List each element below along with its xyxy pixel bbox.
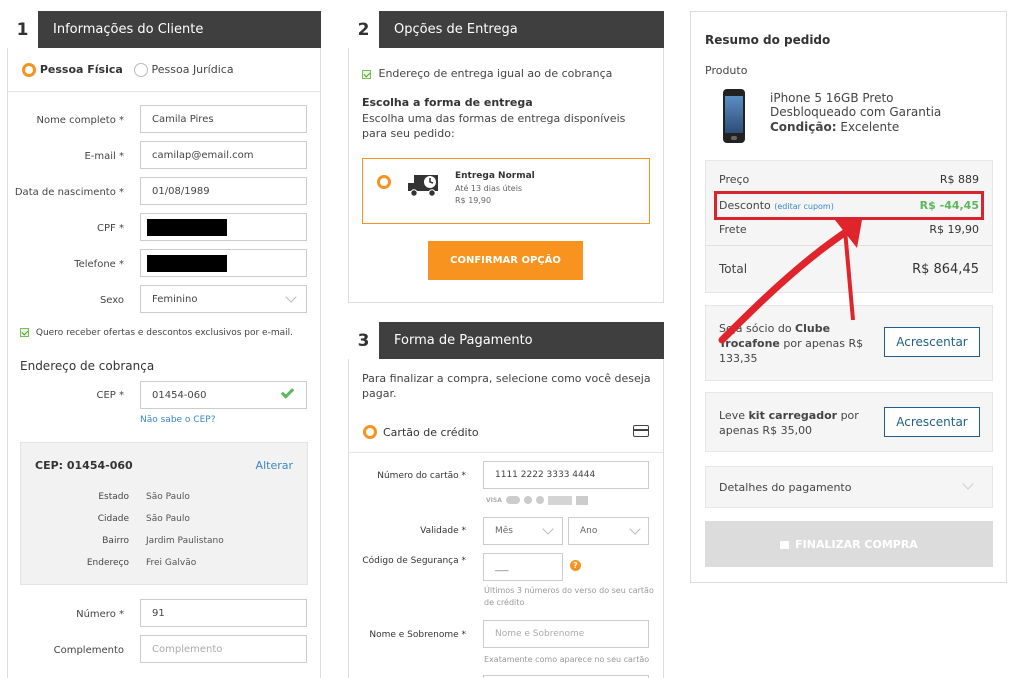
- option-time: Até 13 dias úteis: [455, 184, 523, 193]
- product-condition: Condição: Excelente: [770, 120, 900, 134]
- hipercard-icon: [535, 496, 544, 504]
- truck-icon: [408, 175, 438, 197]
- field-label: Sexo: [99, 295, 124, 306]
- field-label: Data de nascimento *: [14, 187, 124, 198]
- add-kit-button[interactable]: Acrescentar: [884, 407, 980, 437]
- help-icon[interactable]: ?: [570, 560, 581, 571]
- field-label: Telefone *: [74, 259, 124, 270]
- price-row: Preço R$ 889: [719, 173, 979, 186]
- kit-text: Leve kit carregador por apenas R$ 35,00: [719, 409, 859, 437]
- name-input[interactable]: Camila Pires: [140, 105, 307, 133]
- same-address-checkbox[interactable]: Endereço de entrega igual ao de cobrança: [362, 67, 612, 80]
- mastercard-icon: [505, 496, 520, 504]
- choose-title: Escolha a forma de entrega: [362, 96, 533, 109]
- client-header: 1 Informações do Cliente: [7, 11, 321, 48]
- elo-icon: [575, 495, 588, 505]
- tab-pessoa-fisica[interactable]: Pessoa Física: [22, 63, 123, 77]
- card-brands: VISA: [486, 494, 588, 506]
- address-box: CEP: 01454-060 Alterar Estado São Paulo …: [20, 442, 308, 585]
- option-price: R$ 19,90: [455, 196, 492, 205]
- cardholder-input[interactable]: Nome e Sobrenome: [483, 620, 649, 648]
- delivery-option-card[interactable]: Entrega Normal Até 13 dias úteis R$ 19,9…: [362, 158, 650, 224]
- cardholder-help: Exatamente como aparece no seu cartão: [484, 655, 650, 664]
- cvv-label: Código de Segurança *: [362, 556, 466, 566]
- step-number: 2: [348, 11, 380, 48]
- radio-icon: [363, 425, 377, 439]
- validity-label: Validade *: [420, 526, 466, 536]
- field-label: Complemento: [53, 645, 124, 656]
- offers-checkbox-row[interactable]: Quero receber ofertas e descontos exclus…: [20, 328, 293, 338]
- field-label: Número *: [76, 609, 124, 620]
- chevron-down-icon: [962, 478, 974, 490]
- payment-header: 3 Forma de Pagamento: [348, 322, 664, 359]
- finish-purchase-button[interactable]: FINALIZAR COMPRA: [705, 521, 993, 567]
- option-name: Entrega Normal: [455, 171, 535, 181]
- number-input[interactable]: 91: [140, 599, 307, 627]
- visa-icon: VISA: [486, 496, 502, 504]
- alterar-link[interactable]: Alterar: [256, 459, 293, 472]
- cep-help-link[interactable]: Não sabe o CEP?: [140, 415, 215, 425]
- choose-description: Escolha uma das formas de entrega dispon…: [362, 112, 626, 140]
- panel-title: Opções de Entrega: [394, 22, 518, 37]
- checkbox-checked-icon: [20, 328, 29, 337]
- card-number-label: Número do cartão *: [377, 471, 466, 481]
- address-box-title: CEP: 01454-060: [35, 459, 133, 472]
- email-input[interactable]: camilap@email.com: [140, 141, 307, 169]
- panel-title: Informações do Cliente: [53, 22, 204, 37]
- product-name: iPhone 5 16GB Preto: [770, 91, 894, 105]
- person-type-tabs: Pessoa Física Pessoa Jurídica: [8, 59, 320, 92]
- step-number: 3: [348, 322, 380, 359]
- step-number: 1: [7, 11, 39, 48]
- cvv-input[interactable]: ___: [483, 553, 563, 581]
- lock-icon: [780, 541, 790, 549]
- product-detail: Desbloqueado com Garantia: [770, 105, 942, 119]
- cardholder-label: Nome e Sobrenome *: [369, 630, 466, 640]
- tab-pessoa-juridica[interactable]: Pessoa Jurídica: [134, 63, 234, 77]
- complement-input[interactable]: Complemento: [140, 635, 307, 663]
- delivery-header: 2 Opções de Entrega: [348, 11, 664, 48]
- phone-input[interactable]: [140, 249, 307, 277]
- kit-offer: Leve kit carregador por apenas R$ 35,00 …: [705, 392, 993, 452]
- payment-intro: Para finalizar a compra, selecione como …: [362, 372, 651, 400]
- field-label: Nome completo *: [36, 115, 124, 126]
- diners-icon: [523, 496, 532, 504]
- client-panel: 1 Informações do Cliente Pessoa Física P…: [7, 11, 321, 678]
- field-label: E-mail *: [84, 151, 124, 162]
- gender-select[interactable]: Feminino: [140, 285, 307, 313]
- panel-title: Forma de Pagamento: [394, 333, 533, 348]
- radio-icon: [377, 175, 391, 189]
- billing-title: Endereço de cobrança: [20, 359, 155, 373]
- amex-icon: [547, 495, 572, 505]
- delivery-panel: 2 Opções de Entrega Endereço de entrega …: [348, 11, 664, 303]
- confirm-option-button[interactable]: CONFIRMAR OPÇÃO: [428, 241, 583, 280]
- cpf-input[interactable]: [140, 213, 307, 241]
- redacted-block: [147, 255, 227, 272]
- radio-icon: [22, 63, 36, 77]
- checkbox-checked-icon: [362, 69, 371, 79]
- annotation-arrow-icon: [718, 220, 862, 344]
- payment-details-accordion[interactable]: Detalhes do pagamento: [705, 466, 993, 508]
- birthdate-input[interactable]: 01/08/1989: [140, 177, 307, 205]
- field-label: CPF *: [97, 223, 124, 234]
- field-label: CEP *: [96, 390, 124, 401]
- card-number-input[interactable]: 1111 2222 3333 4444: [483, 461, 649, 489]
- iphone-image: [723, 89, 745, 143]
- credit-card-option[interactable]: Cartão de crédito: [349, 413, 663, 453]
- redacted-block: [147, 219, 227, 236]
- product-label: Produto: [705, 64, 748, 77]
- summary-title: Resumo do pedido: [705, 33, 831, 47]
- credit-card-icon: [633, 425, 649, 437]
- radio-icon: [134, 63, 148, 77]
- cvv-help: Últimos 3 números do verso do seu cartão…: [484, 586, 654, 607]
- payment-panel: 3 Forma de Pagamento Para finalizar a co…: [348, 322, 664, 678]
